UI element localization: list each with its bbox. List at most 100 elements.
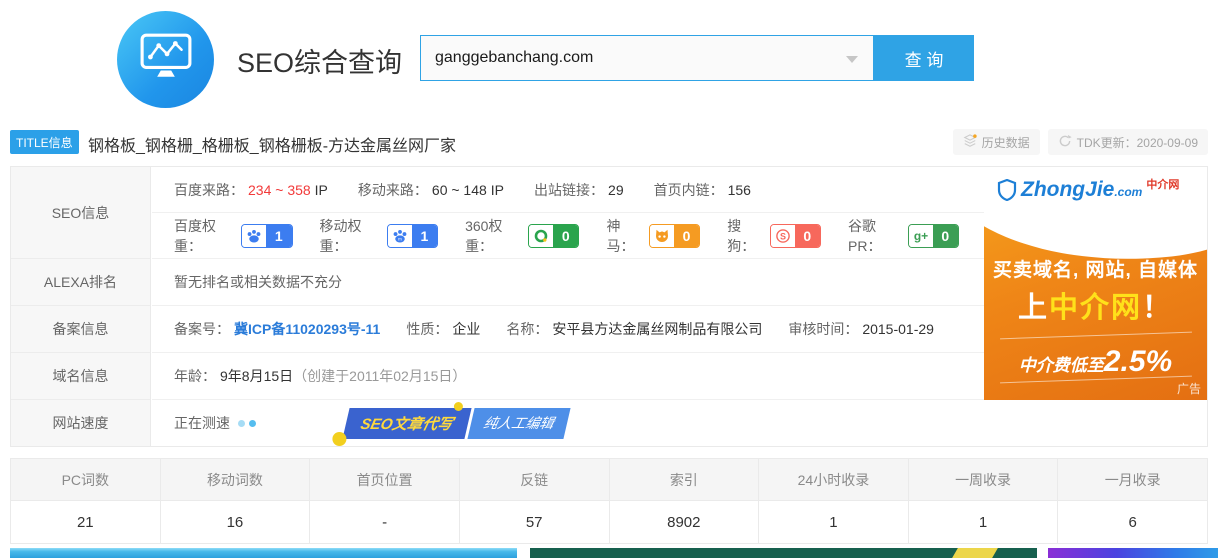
traffic-unit: IP bbox=[314, 181, 328, 198]
domain-age-value: 9年8月15日 bbox=[220, 368, 294, 384]
search-input-wrap bbox=[420, 35, 874, 81]
weight-label: 搜狗： bbox=[727, 217, 756, 254]
traffic-label: 百度来路： bbox=[174, 181, 244, 198]
beian-name: 名称： 安平县方达金属丝网制品有限公司 bbox=[506, 319, 762, 339]
shenma-weight: 神马： 0 bbox=[606, 216, 701, 256]
ad-divider bbox=[999, 331, 1192, 340]
history-data-label: 历史数据 bbox=[981, 135, 1030, 150]
stats-value[interactable]: 21 bbox=[11, 501, 161, 543]
weight-label: 移动权重： bbox=[319, 217, 362, 254]
title-info-badge: TITLE信息 bbox=[10, 130, 79, 154]
banner-right-text: 纯人工编辑 bbox=[467, 407, 571, 439]
zhongjie-logo: ZhongJie.com 中介网 bbox=[997, 179, 1179, 206]
mobile-weight-badge[interactable]: m 1 bbox=[386, 223, 439, 248]
stats-value[interactable]: - bbox=[310, 501, 460, 543]
stats-header-row: PC词数 移动词数 首页位置 反链 索引 24小时收录 一周收录 一月收录 bbox=[11, 459, 1207, 501]
360-icon bbox=[529, 224, 554, 247]
traffic-unit: IP bbox=[490, 181, 505, 198]
app-title: SEO综合查询 bbox=[237, 48, 403, 78]
monitor-chart-icon bbox=[139, 32, 193, 87]
traffic-label: 首页内链： bbox=[653, 181, 724, 198]
dropdown-caret-icon[interactable] bbox=[846, 56, 858, 63]
row-label-domain: 域名信息 bbox=[11, 353, 150, 400]
baidu-mobile-paw-icon: m bbox=[387, 224, 412, 247]
seo-article-ad-banner[interactable]: SEO文章代写 纯人工编辑 bbox=[332, 401, 571, 446]
google-pr: 谷歌PR： g+ 0 bbox=[848, 216, 959, 256]
ad-line1: 买卖域名, 网站, 自媒体 bbox=[992, 260, 1199, 281]
traffic-value: 60 ~ 148 bbox=[431, 181, 487, 198]
stats-value[interactable]: 1 bbox=[909, 501, 1059, 543]
domain-row: 年龄： 9年8月15日 （创建于2011年02月15日） bbox=[152, 353, 986, 400]
shield-icon bbox=[997, 178, 1017, 206]
google-pr-badge[interactable]: g+ 0 bbox=[907, 223, 959, 248]
sogou-icon: S bbox=[771, 224, 795, 247]
stats-header: 索引 bbox=[610, 459, 760, 500]
title-bar: TITLE信息 钢格板_钢格栅_格栅板_钢格栅板-方达金属丝网厂家 历史数据 T… bbox=[10, 128, 1208, 156]
sogou-weight: 搜狗： S 0 bbox=[727, 216, 822, 256]
keyword-stats-table: PC词数 移动词数 首页位置 反链 索引 24小时收录 一周收录 一月收录 21… bbox=[10, 458, 1208, 544]
stats-header: 24小时收录 bbox=[759, 459, 909, 500]
domain-created-value: （创建于2011年02月15日） bbox=[293, 368, 467, 384]
beian-number-link[interactable]: 冀ICP备11020293号-11 bbox=[234, 321, 380, 337]
zhongjie-cn-label: 中介网 bbox=[1146, 179, 1180, 191]
weight-value: 1 bbox=[266, 224, 292, 247]
stats-header: 首页位置 bbox=[310, 459, 460, 500]
traffic-item: 首页内链： 156 bbox=[654, 180, 751, 200]
ad-tag-label: 广告 bbox=[1176, 382, 1201, 396]
search-input[interactable] bbox=[421, 36, 873, 80]
svg-text:S: S bbox=[780, 231, 786, 241]
stats-value[interactable]: 57 bbox=[460, 501, 610, 543]
history-data-button[interactable]: 历史数据 bbox=[952, 129, 1040, 155]
banner-dot-icon bbox=[332, 431, 347, 446]
traffic-row: 百度来路： 234 ~ 358 IP 移动来路： 60 ~ 148 IP 出站链接： 29… bbox=[152, 167, 986, 213]
ad-line2: 上中介网！ bbox=[1017, 292, 1174, 324]
so360-weight-badge[interactable]: 0 bbox=[528, 223, 580, 248]
beian-nature-value: 企业 bbox=[452, 321, 481, 337]
shenma-owl-icon bbox=[650, 224, 674, 247]
stats-value[interactable]: 8902 bbox=[610, 501, 760, 543]
sogou-weight-badge[interactable]: S 0 bbox=[770, 223, 822, 248]
query-button[interactable]: 查 询 bbox=[874, 35, 974, 81]
traffic-label: 移动来路： bbox=[357, 181, 428, 198]
seo-info-table: SEO信息 ALEXA排名 备案信息 域名信息 网站速度 百度来路： 234 ~ … bbox=[10, 166, 1208, 447]
zhongjie-ad[interactable]: ZhongJie.com 中介网 买卖域名, 网站, 自媒体 上中介网！ 中介费… bbox=[984, 167, 1207, 400]
so360-weight: 360权重： 0 bbox=[465, 216, 580, 256]
stats-value[interactable]: 1 bbox=[759, 501, 909, 543]
weight-value: 0 bbox=[553, 224, 579, 247]
traffic-value: 234 ~ 358 bbox=[248, 181, 311, 198]
stats-header: 反链 bbox=[460, 459, 610, 500]
weight-label: 神马： bbox=[606, 217, 635, 254]
weight-label: 360权重： bbox=[465, 217, 503, 254]
tdk-update-label: TDK更新：2020-09-09 bbox=[1076, 135, 1198, 150]
stats-header: PC词数 bbox=[11, 459, 161, 500]
beian-name-value: 安平县方达金属丝网制品有限公司 bbox=[552, 321, 763, 337]
beian-nature: 性质： 企业 bbox=[406, 319, 480, 339]
row-label-speed: 网站速度 bbox=[52, 415, 109, 431]
page-header: SEO综合查询 查 询 bbox=[0, 0, 1218, 118]
traffic-value: 156 bbox=[727, 181, 751, 198]
stats-header: 一周收录 bbox=[909, 459, 1059, 500]
mobile-weight: 移动权重： m 1 bbox=[320, 216, 439, 256]
beian-time-label: 审核时间： bbox=[788, 321, 859, 337]
traffic-item: 百度来路： 234 ~ 358 IP bbox=[174, 180, 328, 200]
tdk-update-button[interactable]: TDK更新：2020-09-09 bbox=[1047, 129, 1208, 155]
weight-value: 0 bbox=[932, 224, 958, 247]
baidu-weight-badge[interactable]: 1 bbox=[241, 223, 293, 248]
shenma-weight-badge[interactable]: 0 bbox=[649, 223, 701, 248]
stats-value-row: 21 16 - 57 8902 1 1 6 bbox=[11, 501, 1207, 543]
traffic-item: 移动来路： 60 ~ 148 IP bbox=[358, 180, 504, 200]
beian-number-label: 备案号： bbox=[174, 321, 230, 337]
beian-row: 备案号： 冀ICP备11020293号-11 性质： 企业 名称： 安平县方达金属丝网… bbox=[152, 306, 986, 353]
stats-value[interactable]: 6 bbox=[1058, 501, 1207, 543]
google-plus-icon: g+ bbox=[908, 224, 933, 247]
seo-logo bbox=[117, 11, 214, 108]
beian-time: 审核时间： 2015-01-29 bbox=[788, 319, 934, 339]
row-label-column: SEO信息 ALEXA排名 备案信息 域名信息 网站速度 bbox=[11, 167, 151, 446]
row-label-alexa: ALEXA排名 bbox=[11, 259, 150, 306]
weight-value: 1 bbox=[411, 224, 438, 247]
baidu-paw-icon bbox=[242, 224, 267, 247]
baidu-weight: 百度权重： 1 bbox=[174, 216, 293, 256]
speed-row: 正在测速 SEO文章代写 纯人工编辑 bbox=[152, 400, 986, 446]
stats-value[interactable]: 16 bbox=[161, 501, 311, 543]
weights-row: 百度权重： 1 移动权重： m 1 360权重： 0 神马： 0 搜狗： S 0… bbox=[152, 213, 986, 259]
